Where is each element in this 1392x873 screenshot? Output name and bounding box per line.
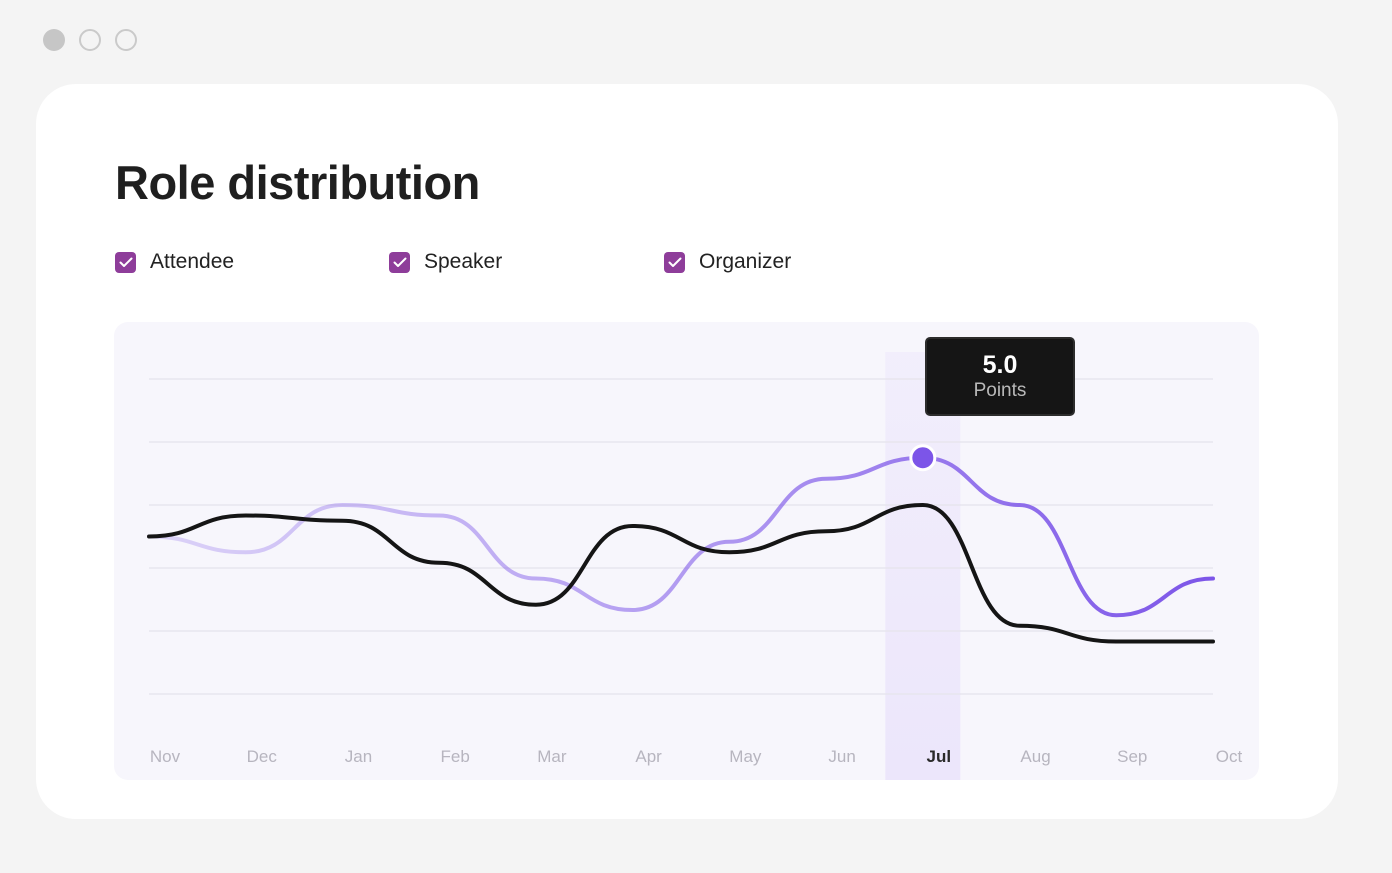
legend-label-speaker: Speaker (424, 250, 503, 273)
legend-item-organizer[interactable]: Organizer (664, 248, 791, 276)
x-tick-label: Apr (635, 747, 662, 766)
x-tick-label: Nov (150, 747, 181, 766)
x-tick-label: Mar (537, 747, 567, 766)
check-icon (668, 257, 681, 267)
legend-label-attendee: Attendee (150, 250, 235, 273)
card-title: Role distribution (115, 156, 480, 209)
line-chart[interactable]: Nov Dec Jan Feb Mar Apr May Jun Jul Aug Sep Oct (114, 322, 1259, 780)
window-maximize-button[interactable] (115, 29, 137, 51)
x-tick-label: Oct (1216, 747, 1243, 766)
highlight-band (885, 352, 961, 780)
tooltip-value: 5.0 (982, 351, 1018, 379)
tooltip-label: Points (973, 380, 1027, 401)
series-line-purple (147, 455, 1215, 618)
speaker-checkbox[interactable] (389, 251, 410, 273)
window-close-button[interactable] (43, 29, 65, 51)
x-tick-label: Jan (345, 747, 372, 766)
x-tick-label: Dec (247, 747, 278, 766)
x-tick-label: Sep (1117, 747, 1147, 766)
x-tick-label: Aug (1020, 747, 1050, 766)
legend-label-organizer: Organizer (699, 250, 792, 273)
chart-tooltip: 5.0 Points (925, 337, 1075, 416)
window-minimize-button[interactable] (79, 29, 101, 51)
x-tick-label: Feb (441, 747, 470, 766)
chart-panel: Nov Dec Jan Feb Mar Apr May Jun Jul Aug Sep Oct (114, 322, 1259, 780)
attendee-checkbox[interactable] (115, 251, 136, 273)
highlighted-data-point[interactable] (909, 444, 937, 472)
x-tick-label: Jul (927, 747, 952, 766)
role-distribution-card: Role distribution Attendee Speaker Organ… (36, 84, 1338, 819)
organizer-checkbox[interactable] (664, 251, 685, 273)
check-icon (119, 257, 132, 267)
legend-item-speaker[interactable]: Speaker (389, 248, 502, 276)
check-icon (393, 257, 406, 267)
legend-item-attendee[interactable]: Attendee (115, 248, 234, 276)
x-tick-label: May (729, 747, 762, 766)
x-tick-label: Jun (828, 747, 855, 766)
